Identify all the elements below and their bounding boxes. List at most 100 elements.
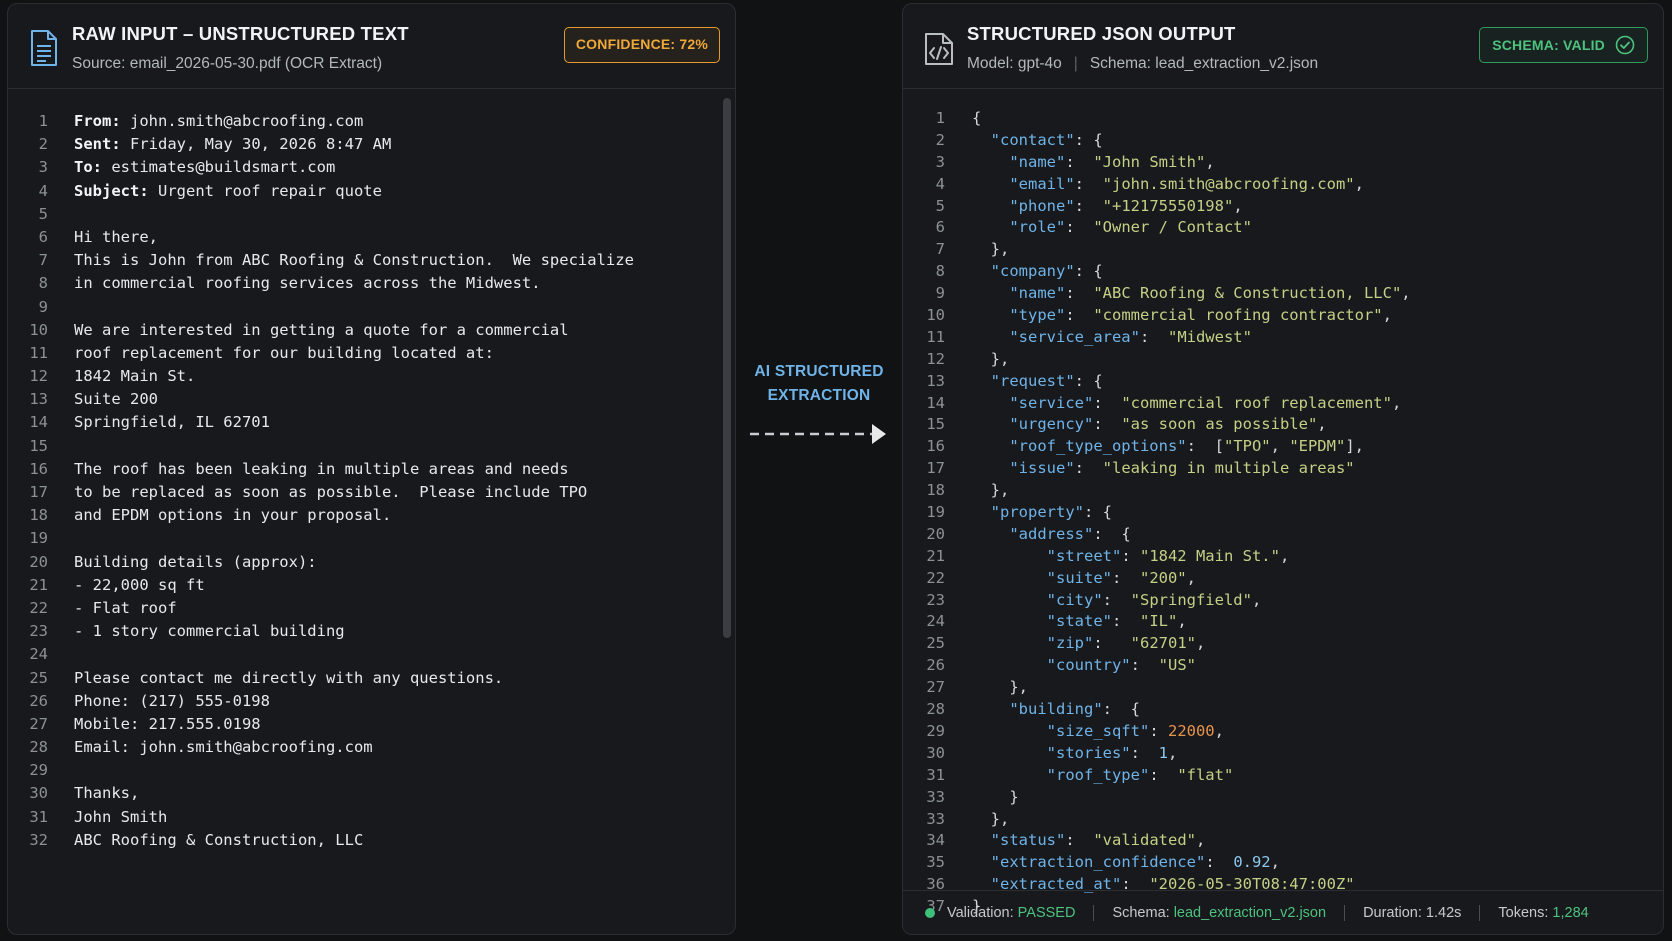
schema-valid-badge: SCHEMA: VALID — [1479, 27, 1648, 63]
raw-text-line: 2 Sent: Friday, May 30, 2026 8:47 AM — [8, 133, 735, 156]
json-punct — [972, 831, 991, 849]
raw-text-line: 21 - 22,000 sq ft — [8, 574, 735, 597]
json-punct: , — [1168, 743, 1178, 762]
json-code-viewer[interactable]: 1{2 "contact": {3 "name": "John Smith", 4… — [903, 108, 1663, 918]
json-line-text: { — [972, 108, 981, 130]
json-line-text: "request": { — [972, 371, 1103, 393]
line-number: 25 — [926, 634, 945, 653]
line-number: 29 — [926, 721, 945, 740]
line-number: 35 — [926, 853, 945, 872]
line-content: - Flat roof — [74, 598, 177, 617]
json-line: 4 "email": "john.smith@abcroofing.com", — [903, 174, 1663, 196]
raw-text-editor[interactable]: 1 From: john.smith@abcroofing.com 2 Sent: F… — [8, 110, 735, 852]
raw-text-scrollbar[interactable] — [723, 98, 731, 638]
json-line: 26 "country": "US" — [903, 655, 1663, 677]
header-field-label: Subject: — [74, 181, 149, 200]
json-punct: }, — [972, 240, 1010, 259]
json-key: "stories" — [1046, 743, 1131, 762]
json-punct: } — [972, 787, 1019, 806]
json-punct — [972, 634, 1047, 652]
line-content: estimates@buildsmart.com — [102, 158, 336, 177]
line-number: 13 — [29, 390, 48, 409]
json-punct — [972, 262, 991, 280]
json-key: "country" — [1046, 656, 1131, 675]
json-output-meta: Model: gpt-4o | Schema: lead_extraction_v2… — [967, 55, 1318, 73]
json-punct: : — [1205, 853, 1234, 872]
json-punct — [972, 766, 1047, 784]
raw-text-line: 16 The roof has been leaking in multiple … — [8, 458, 735, 481]
json-line: 7 }, — [903, 239, 1663, 261]
raw-text-line: 24 — [8, 643, 735, 666]
json-string: "+12175550198" — [1102, 196, 1234, 215]
json-line-text: "type": "commercial roofing contractor", — [972, 305, 1392, 327]
json-line: 1{ — [903, 108, 1663, 130]
json-key: "address" — [1009, 524, 1094, 543]
line-number: 5 — [38, 204, 48, 223]
raw-text-line: 22 - Flat roof — [8, 597, 735, 620]
json-key: "service_area" — [1009, 327, 1140, 346]
json-key: "property" — [990, 503, 1084, 522]
json-punct: : — [1149, 765, 1178, 784]
line-number: 20 — [29, 552, 48, 571]
json-line-text: "state": "IL", — [972, 611, 1187, 633]
line-content: - 22,000 sq ft — [74, 575, 205, 594]
line-number: 20 — [926, 524, 945, 543]
confidence-badge: CONFIDENCE: 72% — [563, 27, 720, 63]
json-punct: : — [1065, 306, 1094, 325]
json-punct — [972, 394, 1009, 412]
json-punct — [972, 131, 991, 149]
json-key: "roof_type_options" — [1009, 437, 1187, 456]
line-number: 12 — [926, 349, 945, 368]
line-number: 25 — [29, 668, 48, 687]
json-line: 14 "service": "commercial roof replaceme… — [903, 393, 1663, 415]
json-key: "name" — [1009, 284, 1066, 303]
json-punct — [972, 415, 1009, 433]
json-line-text: "name": "John Smith", — [972, 152, 1214, 174]
status-schema-label: Schema: — [1112, 904, 1170, 921]
line-number: 18 — [29, 506, 48, 525]
json-line-text: "name": "ABC Roofing & Construction, LLC… — [972, 283, 1410, 305]
schema-label: Schema: lead_extraction_v2.json — [1089, 55, 1319, 72]
json-key: "building" — [1009, 700, 1103, 719]
json-line: 8 "company": { — [903, 261, 1663, 283]
json-line: 11 "service_area": "Midwest" — [903, 327, 1663, 349]
line-number: 17 — [926, 459, 945, 478]
json-string: "Owner / Contact" — [1093, 218, 1252, 237]
json-key: "email" — [1009, 174, 1075, 193]
line-number: 26 — [29, 691, 48, 710]
line-text: - 1 story commercial building — [74, 620, 345, 643]
line-content: in commercial roofing services across th… — [74, 274, 541, 293]
line-number: 19 — [926, 503, 945, 522]
json-string: "Midwest" — [1167, 327, 1252, 346]
raw-text-line: 28 Email: john.smith@abcroofing.com — [8, 736, 735, 759]
json-line-text: "roof_type_options": ["TPO", "EPDM"], — [972, 436, 1364, 458]
header-field-label: To: — [74, 158, 102, 177]
line-number: 7 — [38, 251, 48, 270]
json-line-text: "service_area": "Midwest" — [972, 327, 1252, 349]
code-file-icon — [925, 33, 953, 65]
json-punct — [972, 437, 1009, 455]
status-separator — [1479, 904, 1481, 921]
line-number: 23 — [926, 590, 945, 609]
line-text: John Smith — [74, 806, 167, 829]
line-content: to be replaced as soon as possible. Plea… — [74, 483, 588, 501]
json-line-text: "email": "john.smith@abcroofing.com", — [972, 174, 1364, 196]
json-line-text: "address": { — [972, 524, 1130, 546]
json-line-text: }, — [972, 349, 1010, 371]
json-punct — [972, 525, 1009, 543]
json-punct: , — [1270, 437, 1290, 456]
json-punct — [972, 372, 991, 390]
status-duration: Duration: 1.42s — [1363, 904, 1462, 921]
json-line: 25 "zip": "62701", — [903, 633, 1663, 655]
json-key: "city" — [1046, 590, 1103, 609]
json-punct: , — [1195, 831, 1206, 850]
line-text: This is John from ABC Roofing & Construc… — [74, 249, 634, 272]
line-number: 4 — [935, 174, 945, 193]
json-punct — [972, 700, 1009, 718]
json-line: 6 "role": "Owner / Contact" — [903, 217, 1663, 239]
json-punct: : — [1065, 831, 1094, 850]
raw-text-line: 11 roof replacement for our building loca… — [8, 342, 735, 365]
line-content: john.smith@abcroofing.com — [120, 112, 364, 130]
line-number: 21 — [926, 546, 945, 565]
json-line-text: "service": "commercial roof replacement"… — [972, 393, 1401, 415]
